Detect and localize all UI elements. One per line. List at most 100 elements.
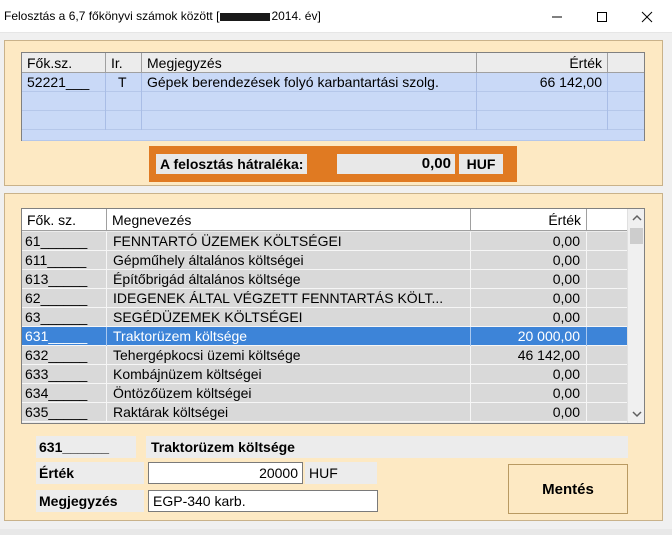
- row-direction: [106, 111, 142, 130]
- close-icon: [641, 11, 653, 22]
- account-filler: [587, 346, 627, 365]
- row-direction: T: [106, 73, 142, 92]
- column-header-account-code[interactable]: Fők. sz.: [22, 209, 107, 231]
- minimize-button[interactable]: [535, 0, 579, 33]
- account-filler: [587, 384, 627, 403]
- account-name: Építőbrigád általános költsége: [107, 270, 471, 289]
- row-value: 66 142,00: [477, 73, 608, 92]
- column-header-note[interactable]: Megjegyzés: [142, 53, 477, 73]
- list-item[interactable]: 632_____ Tehergépkocsi üzemi költsége 46 1…: [22, 346, 627, 365]
- row-direction: [106, 92, 142, 111]
- window-title: Felosztás a 6,7 főkönyvi számok között […: [4, 9, 321, 23]
- table-row[interactable]: 52221___ T Gépek berendezések folyó karb…: [22, 73, 644, 92]
- account-value: 0,00: [471, 403, 587, 422]
- column-header-account-value[interactable]: Érték: [471, 209, 587, 231]
- close-button[interactable]: [625, 0, 669, 33]
- redacted-text: [220, 12, 271, 21]
- list-item[interactable]: 635_____ Raktárak költségei 0,00: [22, 403, 627, 422]
- account-code: 632_____: [22, 346, 107, 365]
- row-note: [142, 111, 477, 130]
- account-value: 0,00: [471, 384, 587, 403]
- maximize-icon: [597, 11, 607, 22]
- scroll-up-button[interactable]: [628, 209, 644, 226]
- account-list: Fők. sz. Megnevezés Érték 61______ FENNTA…: [21, 208, 645, 424]
- account-value: 46 142,00: [471, 346, 587, 365]
- remainder-label: A felosztás hátraléka:: [156, 154, 308, 174]
- account-code: 613_____: [22, 270, 107, 289]
- account-filler: [587, 308, 627, 327]
- account-filler: [587, 232, 627, 251]
- save-button[interactable]: Mentés: [508, 464, 628, 514]
- list-item[interactable]: 631_____ Traktorüzem költsége 20 000,00: [22, 327, 627, 346]
- account-value: 20 000,00: [471, 327, 587, 346]
- account-filler: [587, 327, 627, 346]
- scroll-down-button[interactable]: [628, 406, 644, 423]
- source-table: Fők.sz. Ir. Megjegyzés Érték 52221___ T …: [21, 52, 645, 141]
- minimize-icon: [552, 16, 562, 17]
- account-name: Gépműhely általános költségei: [107, 251, 471, 270]
- row-code: [22, 92, 106, 111]
- title-bar: Felosztás a 6,7 főkönyvi számok között […: [0, 0, 672, 33]
- account-code: 633_____: [22, 365, 107, 384]
- account-value: 0,00: [471, 308, 587, 327]
- column-header-filler: [587, 209, 627, 231]
- table-row-empty[interactable]: [22, 92, 644, 111]
- note-input[interactable]: [148, 490, 378, 512]
- account-name: Tehergépkocsi üzemi költsége: [107, 346, 471, 365]
- account-code: 634_____: [22, 384, 107, 403]
- account-name: Traktorüzem költsége: [107, 327, 471, 346]
- column-header-value[interactable]: Érték: [477, 53, 608, 73]
- scroll-thumb[interactable]: [630, 228, 643, 244]
- scroll-up-icon: [631, 214, 642, 221]
- account-name: Öntözőüzem költségei: [107, 384, 471, 403]
- selected-account-name: Traktorüzem költsége: [146, 436, 628, 458]
- table-row-empty[interactable]: [22, 111, 644, 130]
- row-code: 52221___: [22, 73, 106, 92]
- account-code: 611_____: [22, 251, 107, 270]
- account-value: 0,00: [471, 270, 587, 289]
- list-item[interactable]: 63______ SEGÉDÜZEMEK KÖLTSÉGEI 0,00: [22, 308, 627, 327]
- list-item[interactable]: 62______ IDEGENEK ÁLTAL VÉGZETT FENNTARTÁ…: [22, 289, 627, 308]
- account-name: Raktárak költségei: [107, 403, 471, 422]
- account-name: IDEGENEK ÁLTAL VÉGZETT FENNTARTÁS KÖLT..…: [107, 289, 471, 308]
- column-header-code[interactable]: Fők.sz.: [22, 53, 106, 73]
- remainder-box: A felosztás hátraléka: 0,00 HUF: [149, 146, 517, 182]
- account-name: SEGÉDÜZEMEK KÖLTSÉGEI: [107, 308, 471, 327]
- list-item[interactable]: 613_____ Építőbrigád általános költsége 0,…: [22, 270, 627, 289]
- column-header-direction[interactable]: Ir.: [106, 53, 142, 73]
- window-title-suffix: 2014. év]: [271, 9, 321, 23]
- list-item[interactable]: 61______ FENNTARTÓ ÜZEMEK KÖLTSÉGEI 0,00: [22, 232, 627, 251]
- account-name: FENNTARTÓ ÜZEMEK KÖLTSÉGEI: [107, 232, 471, 251]
- account-code: 63______: [22, 308, 107, 327]
- row-value: [477, 111, 608, 130]
- list-item[interactable]: 633_____ Kombájnüzem költségei 0,00: [22, 365, 627, 384]
- maximize-button[interactable]: [580, 0, 624, 33]
- list-item[interactable]: 611_____ Gépműhely általános költségei 0,0…: [22, 251, 627, 270]
- value-input[interactable]: [148, 462, 303, 484]
- row-code: [22, 111, 106, 130]
- account-filler: [587, 251, 627, 270]
- account-value: 0,00: [471, 232, 587, 251]
- list-item[interactable]: 634_____ Öntözőüzem költségei 0,00: [22, 384, 627, 403]
- account-code: 635_____: [22, 403, 107, 422]
- remainder-currency: HUF: [459, 154, 503, 174]
- account-filler: [587, 403, 627, 422]
- account-code: 62______: [22, 289, 107, 308]
- selected-account-code: 631______: [36, 436, 136, 458]
- account-filler: [587, 289, 627, 308]
- account-list-header: Fők. sz. Megnevezés Érték: [22, 209, 627, 231]
- source-table-header: Fők.sz. Ir. Megjegyzés Érték: [22, 53, 644, 73]
- note-label: Megjegyzés: [36, 490, 144, 512]
- scroll-down-icon: [631, 411, 642, 418]
- account-value: 0,00: [471, 365, 587, 384]
- window-title-prefix: Felosztás a 6,7 főkönyvi számok között [: [4, 9, 220, 23]
- column-header-account-name[interactable]: Megnevezés: [107, 209, 471, 231]
- table-row-empty[interactable]: [22, 130, 644, 141]
- row-note: Gépek berendezések folyó karbantartási s…: [142, 73, 477, 92]
- remainder-value: 0,00: [337, 154, 455, 174]
- account-filler: [587, 365, 627, 384]
- row-value: [477, 92, 608, 111]
- account-list-scrollbar[interactable]: [627, 209, 644, 423]
- account-filler: [587, 270, 627, 289]
- account-value: 0,00: [471, 251, 587, 270]
